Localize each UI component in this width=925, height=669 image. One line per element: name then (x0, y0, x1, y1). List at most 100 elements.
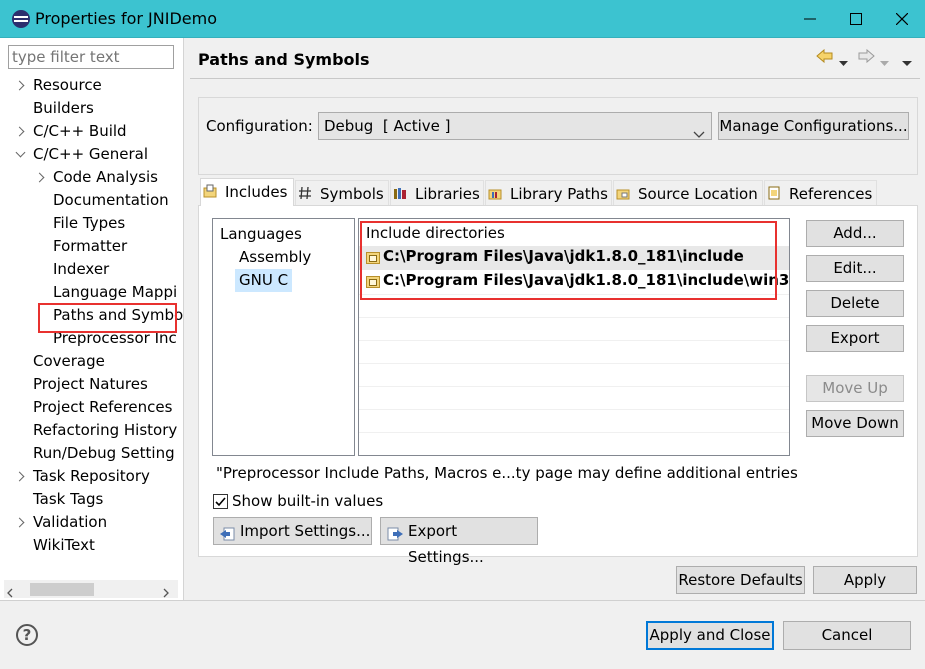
maximize-button[interactable] (833, 0, 879, 38)
move-down-button[interactable]: Move Down (806, 410, 904, 437)
configuration-label: Configuration: (206, 117, 313, 135)
move-up-button[interactable]: Move Up (806, 375, 904, 402)
chevron-right-icon[interactable] (14, 517, 25, 528)
close-button[interactable] (879, 0, 925, 38)
hash-icon (298, 182, 314, 208)
highlight-box-includes (360, 221, 777, 300)
includes-icon (203, 180, 219, 206)
chevron-right-icon[interactable] (14, 126, 25, 137)
title-bar: Properties for JNIDemo (0, 0, 925, 38)
tree-item-label: C/C++ General (33, 145, 149, 163)
filter-input[interactable] (8, 45, 174, 69)
tree-item[interactable]: Task Repository (0, 465, 184, 488)
chevron-right-icon[interactable] (14, 80, 25, 91)
tab-libraries[interactable]: Libraries (390, 180, 484, 206)
tab-references[interactable]: References (764, 180, 877, 206)
grid-line (359, 409, 789, 410)
note-text: "Preprocessor Include Paths, Macros e...… (216, 464, 798, 482)
languages-list[interactable]: Languages Assembly GNU C (212, 218, 355, 456)
scroll-thumb[interactable] (30, 583, 94, 596)
cancel-button[interactable]: Cancel (783, 621, 911, 650)
back-arrow-icon[interactable] (816, 48, 834, 67)
apply-button[interactable]: Apply (813, 566, 917, 594)
tree-item[interactable]: Indexer (0, 258, 184, 281)
tree-item[interactable]: Validation (0, 511, 184, 534)
import-settings-button[interactable]: Import Settings... (213, 517, 372, 545)
tree-item[interactable]: C/C++ General (0, 143, 184, 166)
restore-defaults-button[interactable]: Restore Defaults (676, 566, 805, 594)
grid-line (359, 386, 789, 387)
horizontal-scrollbar[interactable] (4, 580, 178, 598)
configuration-select[interactable]: Debug [ Active ] (318, 112, 712, 140)
tree-item[interactable]: WikiText (0, 534, 184, 557)
tree-item-label: Run/Debug Setting (33, 444, 175, 462)
eclipse-icon (12, 10, 30, 28)
tree-item-label: Project References (33, 398, 173, 416)
tree-item[interactable]: Builders (0, 97, 184, 120)
library-paths-icon (488, 182, 504, 208)
tab-label: Source Location (638, 185, 758, 203)
highlight-box-tree (38, 303, 177, 333)
back-dropdown-icon[interactable] (839, 53, 848, 71)
language-item-assembly[interactable]: Assembly (239, 248, 311, 266)
tree-item[interactable]: Language Mappi (0, 281, 184, 304)
tab-includes[interactable]: Includes (200, 178, 294, 206)
tree-item[interactable]: Code Analysis (0, 166, 184, 189)
window-title: Properties for JNIDemo (35, 9, 217, 28)
tree-item[interactable]: Coverage (0, 350, 184, 373)
tree-item[interactable]: C/C++ Build (0, 120, 184, 143)
chevron-right-icon[interactable] (14, 471, 25, 482)
tab-label: Libraries (415, 185, 480, 203)
forward-arrow-icon[interactable] (857, 48, 875, 67)
tree-item-label: Refactoring History (33, 421, 178, 439)
view-menu-icon[interactable] (902, 53, 912, 71)
tab-library-paths[interactable]: Library Paths (485, 180, 612, 206)
tree-item-label: File Types (53, 214, 126, 232)
chevron-down-icon[interactable] (15, 147, 26, 158)
tab-source-location[interactable]: Source Location (613, 180, 763, 206)
edit-button[interactable]: Edit... (806, 255, 904, 282)
tree-item[interactable]: Task Tags (0, 488, 184, 511)
tree-item-label: Language Mappi (53, 283, 178, 301)
tree-item[interactable]: Documentation (0, 189, 184, 212)
export-button[interactable]: Export (806, 325, 904, 352)
add-button[interactable]: Add... (806, 220, 904, 247)
tab-label: Symbols (320, 185, 384, 203)
footer-separator (0, 600, 925, 601)
tree-item[interactable]: Project Natures (0, 373, 184, 396)
tree-item-label: WikiText (33, 536, 95, 554)
tree-item-label: Formatter (53, 237, 128, 255)
minimize-button[interactable] (787, 0, 833, 38)
libraries-icon (393, 182, 409, 208)
grid-line (359, 363, 789, 364)
forward-dropdown-icon[interactable] (880, 53, 889, 71)
tab-label: Library Paths (510, 185, 608, 203)
tree-item-label: Task Tags (33, 490, 104, 508)
delete-button[interactable]: Delete (806, 290, 904, 317)
apply-and-close-button[interactable]: Apply and Close (646, 621, 774, 650)
help-icon[interactable]: ? (16, 624, 38, 646)
tree-item[interactable]: Formatter (0, 235, 184, 258)
tree-item-label: Indexer (53, 260, 110, 278)
tree-item-label: Coverage (33, 352, 105, 370)
show-builtin-label[interactable]: Show built-in values (232, 492, 383, 510)
tree-item[interactable]: File Types (0, 212, 184, 235)
grid-line (359, 432, 789, 433)
tree-item-label: Validation (33, 513, 108, 531)
show-builtin-checkbox[interactable] (213, 494, 228, 509)
tree-item[interactable]: Resource (0, 74, 184, 97)
chevron-right-icon[interactable] (34, 172, 45, 183)
configuration-value: Debug [ Active ] (324, 117, 451, 135)
language-item-gnu-c[interactable]: GNU C (235, 269, 293, 292)
tree-item-label: Resource (33, 76, 102, 94)
tab-symbols[interactable]: Symbols (295, 180, 389, 206)
export-settings-button[interactable]: Export Settings... (380, 517, 538, 566)
tree-item-label: Builders (33, 99, 94, 117)
tree-item-label: Project Natures (33, 375, 148, 393)
references-icon (767, 182, 783, 208)
tree-item[interactable]: Project References (0, 396, 184, 419)
source-folder-icon (616, 182, 632, 208)
tree-item[interactable]: Run/Debug Setting (0, 442, 184, 465)
tree-item[interactable]: Refactoring History (0, 419, 184, 442)
manage-configurations-button[interactable]: Manage Configurations... (718, 112, 909, 140)
